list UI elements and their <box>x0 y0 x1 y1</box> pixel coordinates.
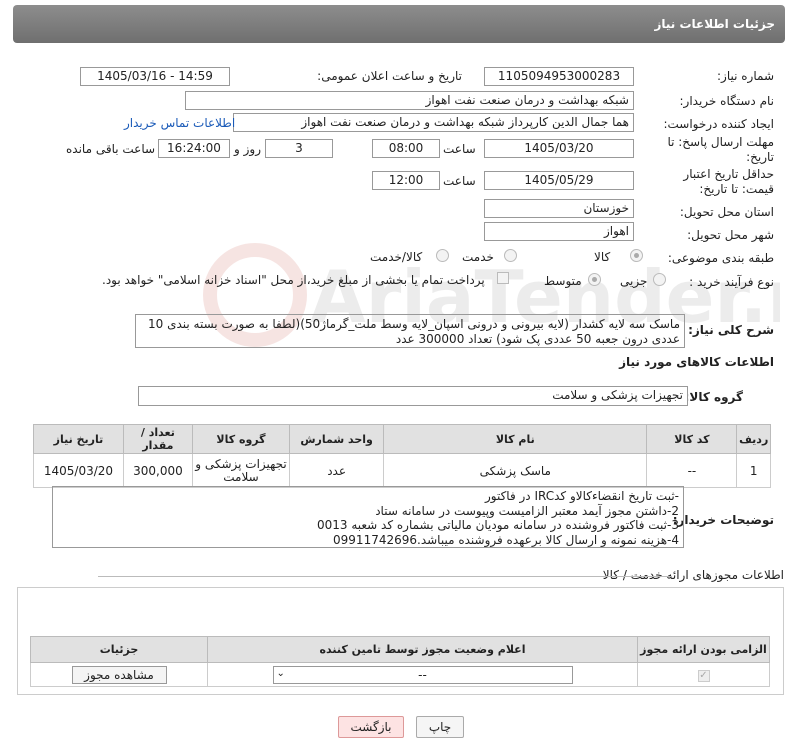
remaining-time-field: 16:24:00 <box>158 139 230 158</box>
cell-qty: 300,000 <box>122 453 193 488</box>
process-label: نوع فرآیند خرید : <box>689 275 774 289</box>
permit-status-select[interactable]: -- ⌄ <box>272 665 573 684</box>
permits-table: الزامی بودن ارائه مجوز اعلام وضعیت مجوز … <box>30 636 770 687</box>
chevron-down-icon: ⌄ <box>276 667 285 679</box>
category-option-both: کالا/خدمت <box>370 250 423 264</box>
col-name: نام کالا <box>383 424 648 454</box>
city-field: اهواز <box>484 222 634 241</box>
print-button[interactable]: چاپ <box>416 716 464 738</box>
col-group: گروه کالا <box>191 424 291 454</box>
cell-name: ماسک پزشکی <box>383 453 648 488</box>
category-radio-goods[interactable] <box>630 249 643 262</box>
permits-section-title: اطلاعات مجوزهای ارائه خدمت / کالا <box>602 568 784 582</box>
table-row: 1 -- ماسک پزشکی عدد تجهیزات پزشکی و سلام… <box>33 453 771 488</box>
category-radio-service[interactable] <box>504 249 517 262</box>
back-button[interactable]: بازگشت <box>338 716 404 738</box>
col-date: تاریخ نیاز <box>33 424 124 454</box>
goods-section-title: اطلاعات کالاهای مورد نیاز <box>619 355 774 369</box>
description-textarea[interactable]: ماسک سه لایه کشدار (لایه بیرونی و درونی … <box>135 314 685 348</box>
permits-divider <box>98 576 672 577</box>
creator-field: هما جمال الدین کارپرداز شبکه بهداشت و در… <box>233 113 634 132</box>
reply-date-field: 1405/03/20 <box>484 139 634 158</box>
payment-note: پرداخت تمام یا بخشی از مبلغ خرید،از محل … <box>102 273 485 287</box>
validity-date-field: 1405/05/29 <box>484 171 634 190</box>
required-checkbox[interactable]: ✓ <box>697 670 710 682</box>
cell-group: تجهیزات پزشکی و سلامت <box>191 453 291 488</box>
announce-field: 1405/03/16 - 14:59 <box>80 67 230 86</box>
col-index: ردیف <box>736 424 771 454</box>
permits-col-details: جزئیات <box>30 636 208 663</box>
col-code: کد کالا <box>646 424 738 454</box>
province-field: خوزستان <box>484 199 634 218</box>
buyer-note-line: 2-داشتن مجوز آیمد معتبر الزامیست وپیوست … <box>375 503 679 518</box>
page-title: جزئیات اطلاعات نیاز <box>13 5 785 43</box>
permits-col-required: الزامی بودن ارائه مجوز <box>637 636 770 663</box>
col-qty: تعداد / مقدار <box>122 424 193 454</box>
process-option-minor: جزیی <box>620 274 648 288</box>
view-permit-button[interactable]: مشاهده مجوز <box>71 665 167 684</box>
buyer-note-line: 3-ثبت فاکتور فروشنده در سامانه مودیان ما… <box>316 518 679 532</box>
buyer-field: شبکه بهداشت و درمان صنعت نفت اهواز <box>185 91 634 110</box>
permit-status-value: -- <box>418 667 427 682</box>
process-option-medium: متوسط <box>544 274 582 288</box>
category-option-goods: کالا <box>594 250 611 264</box>
remaining-word: ساعت باقی مانده <box>66 142 156 156</box>
province-label: استان محل تحویل: <box>679 205 774 219</box>
validity-label: حداقل تاریخ اعتبار قیمت: تا تاریخ: <box>683 167 774 196</box>
payment-checkbox[interactable] <box>497 272 509 284</box>
process-radio-medium[interactable] <box>588 273 601 286</box>
permits-col-status: اعلام وضعیت مجوز توسط تامین کننده <box>207 636 638 663</box>
process-radio-minor[interactable] <box>653 273 666 286</box>
category-option-service: خدمت <box>462 250 494 264</box>
permits-panel: الزامی بودن ارائه مجوز اعلام وضعیت مجوز … <box>17 587 784 695</box>
validity-time-field: 12:00 <box>372 171 440 190</box>
cell-code: -- <box>646 453 738 488</box>
validity-time-word: ساعت <box>443 174 476 188</box>
days-word: روز و <box>234 142 261 156</box>
category-radio-both[interactable] <box>436 249 449 262</box>
need-number-field: 1105094953000283 <box>484 67 634 86</box>
category-label: طبقه بندی موضوعی: <box>667 251 774 265</box>
need-number-label: شماره نیاز: <box>717 69 774 83</box>
buyer-note-line: 4-هزینه نمونه و ارسال کالا برعهده فروشند… <box>333 532 679 547</box>
cell-index: 1 <box>736 453 771 488</box>
goods-group-label: گروه کالا: <box>684 390 743 404</box>
buyer-notes-label: توضیحات خریدار: <box>672 513 774 527</box>
cell-date: 1405/03/20 <box>33 453 124 488</box>
contact-buyer-link[interactable]: اطلاعات تماس خریدار <box>124 116 235 130</box>
days-field: 3 <box>265 139 333 158</box>
description-label: شرح کلی نیاز: <box>688 323 774 337</box>
buyer-label: نام دستگاه خریدار: <box>679 94 775 108</box>
table-row: ✓ -- ⌄ مشاهده مجوز <box>30 662 770 687</box>
cell-unit: عدد <box>289 453 385 488</box>
reply-deadline-label: مهلت ارسال پاسخ: تا تاریخ: <box>667 135 774 164</box>
goods-table: ردیف کد کالا نام کالا واحد شمارش گروه کا… <box>33 424 771 488</box>
buyer-note-line: -ثبت تاریخ انقضاءکالاو کدIRC در فاکتور <box>484 489 679 503</box>
announce-label: تاریخ و ساعت اعلان عمومی: <box>317 69 462 83</box>
creator-label: ایجاد کننده درخواست: <box>663 117 774 131</box>
col-unit: واحد شمارش <box>289 424 385 454</box>
reply-time-word: ساعت <box>443 142 476 156</box>
goods-group-field: تجهیزات پزشکی و سلامت <box>138 386 688 406</box>
reply-time-field: 08:00 <box>372 139 440 158</box>
buyer-notes-textarea[interactable]: -ثبت تاریخ انقضاءکالاو کدIRC در فاکتور 2… <box>52 486 684 548</box>
city-label: شهر محل تحویل: <box>687 228 774 242</box>
